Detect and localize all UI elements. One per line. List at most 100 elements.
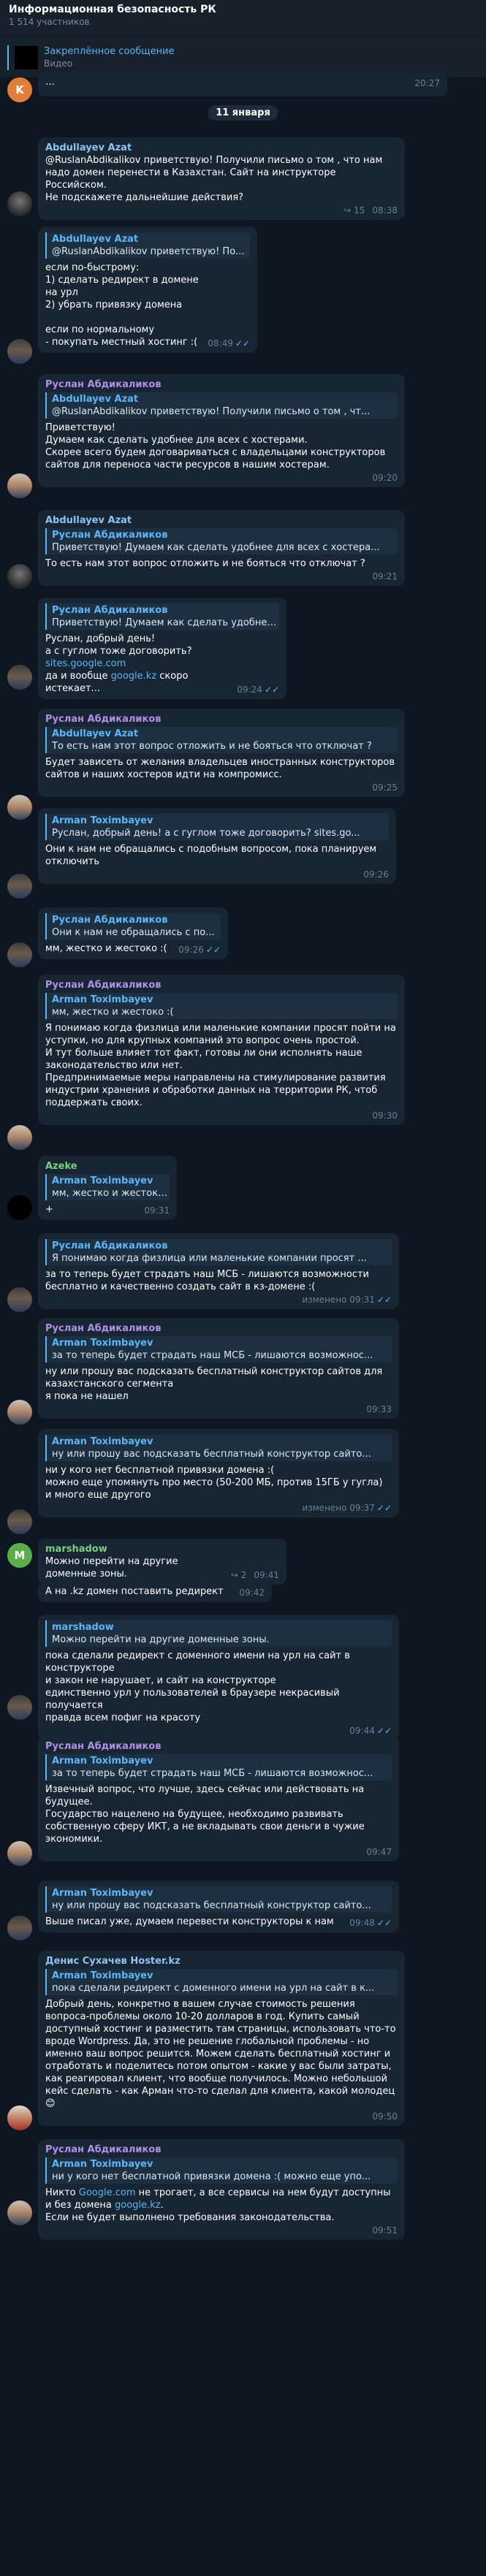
message-bubble: Abdullayev Azat @RuslanAbdikalikov приве… [38, 137, 405, 220]
message-time: 09:31 [144, 1205, 170, 1216]
message-time: 09:48 [349, 1918, 375, 1928]
message-bubble: Руслан Абдикаликов Приветствую! Думаем ка… [38, 598, 286, 699]
message-bubble: Abdullayev Azat Руслан Абдикаликов Привет… [38, 510, 405, 586]
sender-name[interactable]: Руслан Абдикаликов [45, 979, 398, 991]
message-bubble: Руслан Абдикаликов Arman Toximbayev мм, ж… [38, 975, 405, 1125]
message-text: Руслан, добрый день! а с гуглом тоже дог… [45, 633, 192, 694]
avatar[interactable] [7, 2106, 32, 2130]
avatar[interactable] [7, 473, 32, 498]
reply-quote[interactable]: Arman Toximbayev за то теперь будет страд… [45, 1336, 392, 1363]
reply-quote[interactable]: Arman Toximbayev ну или прошу вас подсказ… [45, 1886, 392, 1913]
avatar[interactable]: K [7, 77, 32, 102]
chat-header[interactable]: Информационная безопасность РК 1 514 уча… [0, 0, 486, 37]
message-text: ни у кого нет бесплатной привязки домена… [45, 1465, 383, 1501]
sender-name[interactable]: Денис Сухачев Hoster.kz [45, 1955, 398, 1967]
message-bubble: Руслан Абдикаликов Abdullayev Azat @Rusla… [38, 374, 405, 487]
reply-quote[interactable]: Arman Toximbayev Руслан, добрый день! а с… [45, 814, 389, 840]
sender-name[interactable]: Руслан Абдикаликов [45, 378, 398, 391]
message-text: + [45, 1204, 53, 1215]
message-time: 09:47 [366, 1847, 392, 1857]
reply-quote[interactable]: Руслан Абдикаликов Приветствую! Думаем ка… [45, 528, 398, 555]
chat-title: Информационная безопасность РК [9, 4, 216, 15]
pinned-title: Закреплённое сообщение [44, 46, 175, 57]
sender-name[interactable]: Руслан Абдикаликов [45, 1322, 392, 1335]
message-time: 09:20 [372, 473, 398, 483]
read-check-icon: ✓✓ [376, 1726, 392, 1736]
avatar[interactable] [7, 564, 32, 589]
date-separator: 11 января [0, 105, 486, 121]
reply-quote[interactable]: Arman Toximbayev пока сделали редирект с … [45, 1969, 398, 1995]
message-text: @RuslanAbdikalikov приветствую! Получили… [45, 155, 383, 203]
link[interactable]: google.kz [115, 2200, 161, 2211]
message-time: 08:49 [208, 338, 233, 348]
link[interactable]: Google.com [79, 2187, 136, 2198]
reply-quote[interactable]: Руслан Абдикаликов Приветствую! Думаем ка… [45, 603, 279, 630]
message-time: 09:42 [239, 1588, 265, 1598]
avatar[interactable] [7, 942, 32, 967]
message-text: Они к нам не обращались с подобным вопро… [45, 844, 380, 867]
message-bubble: Abdullayev Azat @RuslanAbdikalikov привет… [38, 226, 257, 353]
sender-name[interactable]: Руслан Абдикаликов [45, 1740, 392, 1753]
reply-quote[interactable]: Arman Toximbayev за то теперь будет страд… [45, 1754, 392, 1780]
message-time: 09:25 [372, 782, 398, 793]
message-bubble: Руслан Абдикаликов Arman Toximbayev ни у … [38, 2139, 405, 2240]
message-text: Можно перейти на другие доменные зоны. [45, 1556, 181, 1579]
avatar[interactable]: M [7, 1543, 32, 1568]
message-time: 09:26 [363, 869, 389, 880]
sender-name[interactable]: Azeke [45, 1160, 170, 1173]
avatar[interactable] [7, 1841, 32, 1866]
link[interactable]: sites.google.com [45, 658, 126, 669]
reply-quote[interactable]: Arman Toximbayev ни у кого нет бесплатной… [45, 2157, 398, 2184]
avatar[interactable] [7, 2200, 32, 2225]
message-text: Выше писал уже, думаем перевести констру… [45, 1916, 334, 1927]
avatar[interactable] [7, 191, 32, 216]
reply-quote[interactable]: Arman Toximbayev мм, жестко и жестоко... [45, 1174, 170, 1200]
message-text: Я понимаю когда физлица или маленькие ко… [45, 1023, 396, 1108]
reply-quote[interactable]: Abdullayev Azat @RuslanAbdikalikov привет… [45, 392, 398, 419]
reply-quote[interactable]: Arman Toximbayev ну или прошу вас подсказ… [45, 1435, 392, 1461]
sender-name[interactable]: marshadow [45, 1543, 279, 1555]
reply-quote[interactable]: Руслан Абдикаликов Они к нам не обращалис… [45, 913, 221, 940]
link[interactable]: google.kz [111, 671, 157, 682]
avatar[interactable] [7, 339, 32, 364]
sender-name[interactable]: Abdullayev Azat [45, 514, 398, 527]
message-text: То есть нам этот вопрос отложить и не бо… [45, 558, 365, 569]
message-text: Приветствую! Думаем как сделать удобнее … [45, 422, 386, 470]
avatar[interactable] [7, 1695, 32, 1720]
message-text: за то теперь будет страдать наш МСБ - ли… [45, 1269, 373, 1292]
avatar[interactable] [7, 795, 32, 820]
message-bubble: Arman Toximbayev ну или прошу вас подсказ… [38, 1880, 399, 1932]
message-time: 09:41 [254, 1570, 279, 1580]
message-time: 09:50 [372, 2111, 398, 2122]
message-text: А на .kz домен поставить редирект [45, 1586, 224, 1597]
avatar[interactable] [7, 1287, 32, 1312]
message-bubble: Руслан Абдикаликов Abdullayev Azat То ест… [38, 709, 405, 797]
avatar[interactable] [7, 874, 32, 899]
avatar[interactable] [7, 665, 32, 690]
avatar[interactable] [7, 1125, 32, 1150]
reply-quote[interactable]: Abdullayev Azat То есть нам этот вопрос о… [45, 727, 398, 753]
sender-name[interactable]: Руслан Абдикаликов [45, 713, 398, 725]
avatar[interactable] [7, 1509, 32, 1534]
sender-name[interactable]: Руслан Абдикаликов [45, 2144, 398, 2156]
message-time: 20:27 [414, 78, 440, 88]
message-bubble: Руслан Абдикаликов Я понимаю когда физлиц… [38, 1233, 399, 1309]
reply-quote[interactable]: Abdullayev Azat @RuslanAbdikalikov привет… [45, 232, 250, 259]
read-check-icon: ✓✓ [376, 1295, 392, 1305]
message-text: Никто Google.com не трогает, а все серви… [45, 2187, 394, 2223]
message-time: 09:24 [237, 685, 262, 695]
reply-quote[interactable]: Руслан Абдикаликов Я понимаю когда физлиц… [45, 1239, 392, 1265]
avatar[interactable] [7, 1195, 32, 1220]
message-bubble: Arman Toximbayev ну или прошу вас подсказ… [38, 1429, 399, 1517]
read-check-icon: ✓✓ [376, 1503, 392, 1513]
message-time: изменено 09:37 [302, 1503, 375, 1513]
reply-quote[interactable]: marshadow Можно перейти на другие доменны… [45, 1620, 392, 1647]
reply-quote[interactable]: Arman Toximbayev мм, жестко и жестоко :( [45, 993, 398, 1019]
message-time: 09:21 [372, 571, 398, 582]
read-check-icon: ✓✓ [205, 945, 221, 955]
sender-name[interactable]: Abdullayev Azat [45, 142, 398, 154]
avatar[interactable] [7, 1400, 32, 1425]
avatar[interactable] [7, 1916, 32, 1940]
message-time: 09:44 [349, 1726, 375, 1736]
message-text: мм, жестко и жестоко :( [45, 943, 167, 954]
